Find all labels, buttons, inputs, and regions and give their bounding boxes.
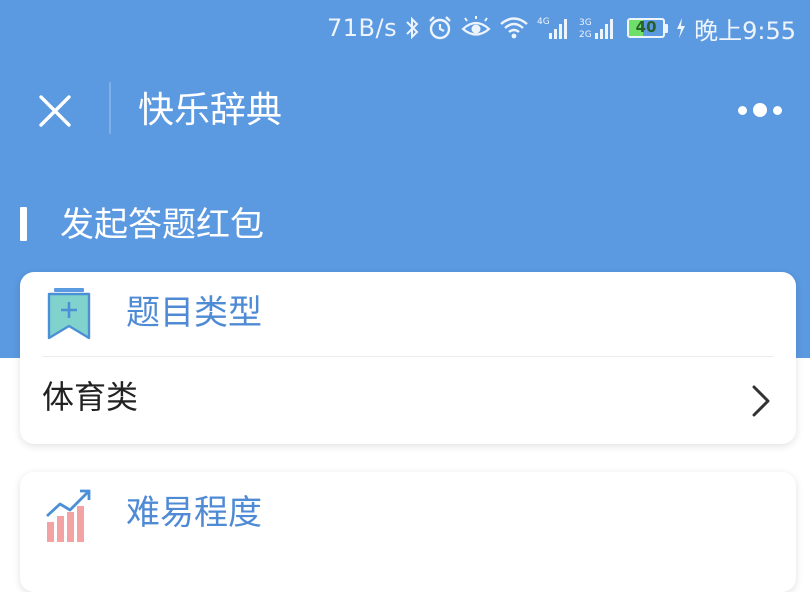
status-bar-right: 71B/s 4G 3G 2G 40 晚上9:55 bbox=[327, 10, 796, 46]
difficulty-title: 难易程度 bbox=[126, 493, 262, 533]
close-button[interactable] bbox=[32, 88, 78, 134]
chevron-right-icon bbox=[752, 385, 770, 417]
svg-text:2G: 2G bbox=[579, 30, 592, 40]
more-dots-icon bbox=[738, 105, 747, 115]
signal-4g-icon: 4G bbox=[537, 15, 571, 41]
divider bbox=[42, 356, 774, 357]
status-bar: 71B/s 4G 3G 2G 40 晚上9:55 bbox=[0, 0, 810, 56]
status-time: 晚上9:55 bbox=[694, 16, 796, 45]
alarm-icon bbox=[427, 15, 453, 41]
card-header: 题目类型 bbox=[20, 272, 796, 358]
question-type-selector[interactable]: 体育类 bbox=[20, 358, 796, 444]
more-button[interactable] bbox=[734, 94, 786, 126]
difficulty-card: 难易程度 bbox=[20, 472, 796, 592]
battery-level: 40 bbox=[635, 18, 657, 36]
eye-icon bbox=[461, 16, 491, 40]
section-title: 发起答题红包 bbox=[60, 205, 264, 245]
svg-text:3G: 3G bbox=[579, 18, 592, 28]
battery-icon: 40 bbox=[627, 18, 666, 38]
bluetooth-icon bbox=[405, 15, 419, 41]
question-type-card: 题目类型 体育类 bbox=[20, 272, 796, 444]
page-title: 快乐辞典 bbox=[138, 90, 283, 131]
battery-indicator: 40 bbox=[627, 18, 669, 38]
more-dots-icon-right bbox=[773, 105, 782, 115]
wifi-icon bbox=[499, 16, 529, 40]
svg-text:4G: 4G bbox=[537, 17, 550, 27]
section-marker bbox=[20, 207, 27, 241]
bookmark-plus-icon bbox=[47, 288, 91, 340]
net-speed: 71B/s bbox=[327, 14, 398, 42]
signal-3g-icon: 3G 2G bbox=[579, 15, 619, 41]
bar-chart-trend-icon bbox=[46, 489, 91, 542]
question-type-title: 题目类型 bbox=[126, 293, 262, 333]
charging-bolt-icon bbox=[676, 18, 686, 38]
nav-divider bbox=[109, 82, 111, 134]
question-type-value: 体育类 bbox=[42, 378, 139, 416]
more-dots-icon-center bbox=[753, 103, 767, 117]
close-icon bbox=[39, 95, 71, 127]
card-header: 难易程度 bbox=[20, 472, 796, 558]
battery-tip bbox=[665, 23, 669, 33]
